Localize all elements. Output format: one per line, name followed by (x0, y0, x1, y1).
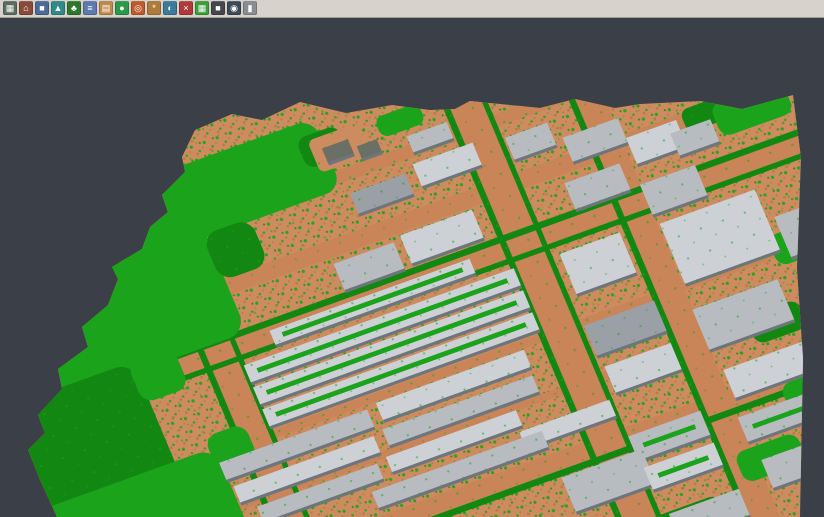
viewport-3d-scene[interactable] (0, 18, 824, 517)
table-view-icon[interactable]: ≡ (83, 1, 97, 15)
render-mode-icon[interactable]: ■ (211, 1, 225, 15)
vegetation-layer-icon[interactable]: ♣ (67, 1, 81, 15)
settings-icon[interactable]: * (147, 1, 161, 15)
new-scene-icon[interactable]: ▦ (3, 1, 17, 15)
delete-icon[interactable]: × (179, 1, 193, 15)
terrain-view-icon[interactable]: ▲ (51, 1, 65, 15)
toolbar: ▦⌂■▲♣≡▤●◎*◐×▦■◉▮ (0, 0, 824, 18)
globe-icon[interactable]: ◉ (227, 1, 241, 15)
app-window: ▦⌂■▲♣≡▤●◎*◐×▦■◉▮ (0, 0, 824, 517)
terrain-model (0, 18, 824, 517)
open-project-icon[interactable]: ⌂ (19, 1, 33, 15)
stats-icon[interactable]: ▮ (243, 1, 257, 15)
grid-icon[interactable]: ▦ (195, 1, 209, 15)
save-icon[interactable]: ■ (35, 1, 49, 15)
orbit-view-icon[interactable]: ◐ (163, 1, 177, 15)
measure-icon[interactable]: ◎ (131, 1, 145, 15)
dataset-icon[interactable]: ▤ (99, 1, 113, 15)
classify-icon[interactable]: ● (115, 1, 129, 15)
viewport[interactable] (0, 18, 824, 517)
